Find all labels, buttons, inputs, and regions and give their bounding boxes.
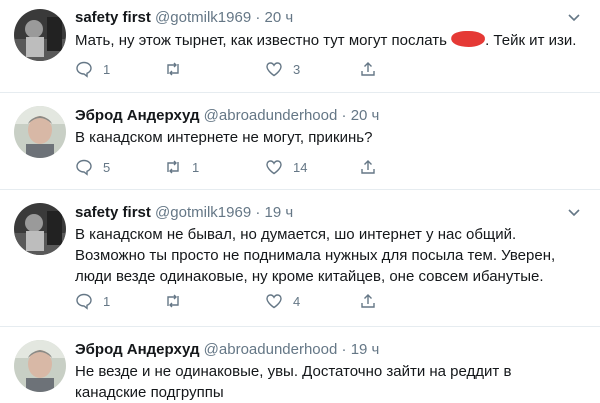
tweet-text: В канадском интернете не могут, прикинь? <box>75 129 373 146</box>
timestamp[interactable]: 19 ч <box>351 341 380 358</box>
tweet-text: Мать, ну этож тырнет, как известно тут м… <box>75 30 585 51</box>
author-name[interactable]: safety first <box>75 9 151 26</box>
like-count: 4 <box>293 293 301 309</box>
tweet-1[interactable]: safety first @gotmilk1969 · 20 ч Мать, н… <box>0 0 600 92</box>
retweet-button[interactable]: 1 <box>164 157 199 177</box>
separator-dot: · <box>341 341 347 358</box>
timestamp[interactable]: 20 ч <box>265 9 294 26</box>
reply-button[interactable]: 1 <box>75 291 110 311</box>
author-name[interactable]: safety first <box>75 204 151 221</box>
reply-icon <box>76 293 92 310</box>
tweet-2[interactable]: Эброд Андерхуд @abroadunderhood · 20 ч В… <box>0 93 600 189</box>
separator-dot: · <box>341 107 347 124</box>
chevron-down-icon[interactable] <box>567 208 581 218</box>
author-handle[interactable]: @gotmilk1969 <box>155 9 251 26</box>
share-icon <box>361 160 375 174</box>
reply-count: 5 <box>103 159 111 175</box>
like-button[interactable]: 3 <box>265 59 300 79</box>
author-handle[interactable]: @abroadunderhood <box>204 341 338 358</box>
heart-icon <box>266 160 282 175</box>
share-icon <box>361 62 375 76</box>
author-name[interactable]: Эброд Андерхуд <box>75 341 200 358</box>
reply-icon <box>76 61 92 78</box>
author-handle[interactable]: @abroadunderhood <box>204 107 338 124</box>
reply-count: 1 <box>103 61 111 77</box>
author-name[interactable]: Эброд Андерхуд <box>75 107 200 124</box>
timestamp[interactable]: 19 ч <box>265 204 294 221</box>
redaction-mark <box>449 31 487 47</box>
share-button[interactable] <box>359 59 377 79</box>
reply-button[interactable]: 1 <box>75 59 110 79</box>
retweet-button[interactable] <box>164 291 192 311</box>
tweet-3[interactable]: safety first @gotmilk1969 · 19 ч В канад… <box>0 190 600 326</box>
like-count: 3 <box>293 61 301 77</box>
avatar[interactable] <box>14 106 66 158</box>
avatar[interactable] <box>14 340 66 392</box>
retweet-icon <box>167 62 179 76</box>
tweet-text-end: . Тейк ит изи. <box>485 32 577 49</box>
retweet-icon <box>167 160 179 174</box>
tweet-4[interactable]: Эброд Андерхуд @abroadunderhood · 19 ч Н… <box>0 327 600 401</box>
reply-icon <box>76 159 92 176</box>
retweet-icon <box>167 294 179 308</box>
share-icon <box>361 294 375 308</box>
retweet-button[interactable] <box>164 59 192 79</box>
separator-dot: · <box>255 9 261 26</box>
like-count: 14 <box>293 159 308 175</box>
avatar[interactable] <box>14 9 66 61</box>
tweet-text: В канадском не бывал, но думается, шо ин… <box>75 226 556 285</box>
tweet-text: Не везде и не одинаковые, увы. Достаточн… <box>75 363 512 401</box>
author-handle[interactable]: @gotmilk1969 <box>155 204 251 221</box>
chevron-down-icon[interactable] <box>567 13 581 23</box>
like-button[interactable]: 4 <box>265 291 300 311</box>
heart-icon <box>266 294 282 309</box>
reply-count: 1 <box>103 293 111 309</box>
heart-icon <box>266 62 282 77</box>
like-button[interactable]: 14 <box>265 157 307 177</box>
share-button[interactable] <box>359 291 377 311</box>
timestamp[interactable]: 20 ч <box>351 107 380 124</box>
tweet-text-start: Мать, ну этож тырнет, как известно тут м… <box>75 32 447 49</box>
share-button[interactable] <box>359 157 377 177</box>
separator-dot: · <box>255 204 261 221</box>
avatar[interactable] <box>14 203 66 255</box>
retweet-count: 1 <box>192 159 200 175</box>
reply-button[interactable]: 5 <box>75 157 110 177</box>
